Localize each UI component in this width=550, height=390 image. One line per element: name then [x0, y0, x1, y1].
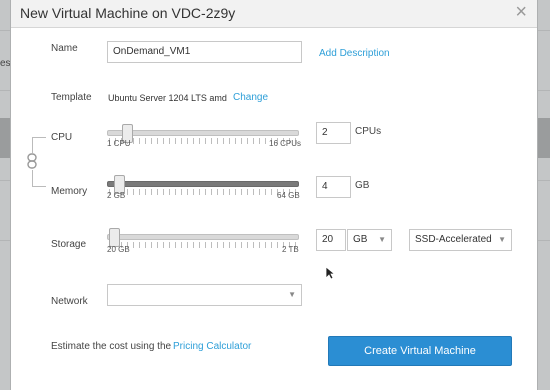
estimate-text: Estimate the cost using the: [51, 341, 172, 352]
memory-amount-input[interactable]: 4: [316, 176, 351, 198]
storage-type-select[interactable]: SSD-Accelerated ▼: [409, 229, 512, 251]
mouse-cursor-icon: [325, 266, 335, 280]
vm-name-input[interactable]: OnDemand_VM1: [107, 41, 302, 63]
background-text: es: [0, 58, 11, 69]
chain-link-icon[interactable]: [25, 153, 39, 169]
cpu-unit-label: CPUs: [355, 126, 382, 137]
template-value: Ubuntu Server 1204 LTS amd: [108, 93, 227, 103]
storage-slider-ticks: [109, 242, 297, 248]
dialog-header: New Virtual Machine on VDC-2z9y ×: [11, 0, 537, 28]
storage-unit-select[interactable]: GB ▼: [347, 229, 392, 251]
storage-label: Storage: [51, 239, 87, 250]
dialog-title: New Virtual Machine on VDC-2z9y: [20, 5, 236, 21]
memory-slider-ticks: [109, 189, 297, 195]
cpu-count-input[interactable]: 2: [316, 122, 351, 144]
storage-unit-value: GB: [353, 234, 368, 245]
change-template-link[interactable]: Change: [233, 92, 268, 103]
storage-amount-input[interactable]: 20: [316, 229, 346, 251]
close-icon[interactable]: ×: [515, 2, 527, 22]
link-bracket-bottom: [32, 170, 46, 187]
memory-unit-label: GB: [355, 180, 370, 191]
link-bracket-top: [32, 137, 46, 153]
cpu-max-label: 16 CPUs: [269, 139, 302, 148]
network-select[interactable]: ▼: [107, 284, 302, 306]
pricing-calculator-link[interactable]: Pricing Calculator: [173, 341, 251, 352]
network-label: Network: [51, 296, 88, 307]
cpu-min-label: 1 CPU: [107, 139, 131, 148]
template-label: Template: [51, 92, 92, 103]
new-vm-dialog: New Virtual Machine on VDC-2z9y × Name O…: [10, 0, 538, 390]
cpu-slider-track[interactable]: [107, 130, 299, 136]
memory-slider-track[interactable]: [107, 181, 299, 187]
memory-max-label: 64 GB: [277, 191, 300, 200]
memory-min-label: 2 GB: [107, 191, 126, 200]
storage-slider-track[interactable]: [107, 234, 299, 240]
chevron-down-icon: ▼: [288, 290, 296, 299]
chevron-down-icon: ▼: [378, 235, 386, 244]
storage-type-value: SSD-Accelerated: [415, 234, 492, 245]
storage-min-label: 20 GB: [107, 245, 130, 254]
create-vm-button[interactable]: Create Virtual Machine: [328, 336, 512, 366]
name-label: Name: [51, 43, 78, 54]
chevron-down-icon: ▼: [498, 235, 506, 244]
storage-max-label: 2 TB: [282, 245, 299, 254]
background-bar: [0, 118, 10, 158]
memory-label: Memory: [51, 186, 88, 197]
add-description-link[interactable]: Add Description: [319, 48, 390, 59]
cpu-label: CPU: [51, 132, 73, 143]
